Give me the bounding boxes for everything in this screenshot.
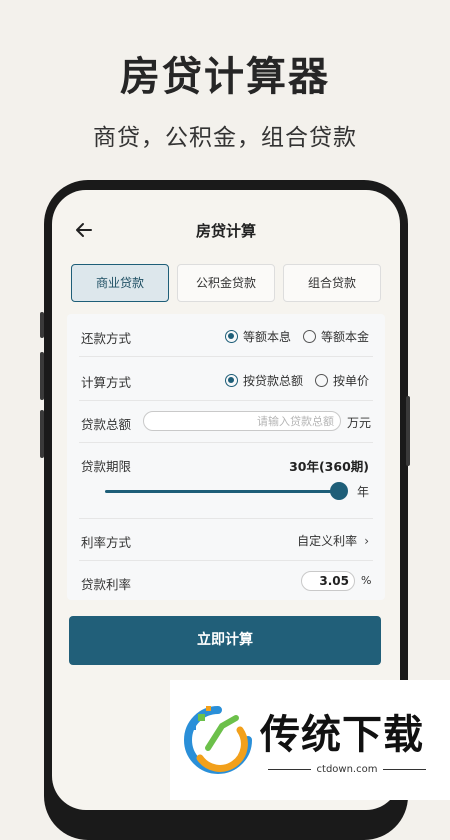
loan-term-label: 贷款期限: [81, 459, 132, 474]
divider: [79, 518, 373, 519]
watermark-text: 传统下载: [260, 712, 424, 758]
rate-mode-value: 自定义利率: [297, 534, 358, 548]
tab-commercial-loan[interactable]: 商业贷款: [71, 264, 169, 302]
loan-type-tabs: 商业贷款 公积金贷款 组合贷款: [71, 264, 381, 302]
divider: [79, 356, 373, 357]
radio-equal-installment[interactable]: 等额本息: [225, 328, 291, 345]
ctdown-logo-icon: [184, 706, 252, 774]
divider: [79, 560, 373, 561]
tab-provident-fund-loan[interactable]: 公积金贷款: [177, 264, 275, 302]
loan-form-card: 还款方式 等额本息 等额本金 计算方式 按贷款总额 按单价 贷款总额 请输入贷款…: [67, 314, 385, 600]
rate-mode-selector[interactable]: 自定义利率 ›: [297, 532, 369, 549]
repayment-label: 还款方式: [81, 331, 132, 346]
chevron-right-icon: ›: [364, 533, 369, 548]
radio-label: 按贷款总额: [243, 374, 304, 388]
loan-rate-input[interactable]: [301, 571, 355, 591]
phone-side-button: [406, 396, 410, 466]
loan-rate-unit: %: [361, 574, 372, 587]
phone-side-button: [40, 312, 44, 338]
radio-label: 等额本金: [321, 330, 370, 344]
slider-track[interactable]: [105, 490, 339, 493]
page-title: 房贷计算: [195, 222, 256, 240]
radio-by-unit-price[interactable]: 按单价: [315, 372, 369, 389]
watermark-url: ctdown.com: [268, 764, 426, 775]
phone-side-button: [40, 410, 44, 458]
rate-mode-label: 利率方式: [81, 535, 132, 550]
radio-label: 等额本息: [243, 330, 292, 344]
divider: [79, 442, 373, 443]
tab-combined-loan[interactable]: 组合贷款: [283, 264, 381, 302]
nav-bar: 房贷计算: [52, 218, 400, 244]
phone-side-button: [40, 352, 44, 400]
loan-amount-label: 贷款总额: [81, 417, 132, 432]
promo-title: 房贷计算器: [120, 54, 330, 100]
radio-unselected-icon: [303, 330, 316, 343]
calculate-button[interactable]: 立即计算: [69, 616, 381, 665]
loan-term-unit: 年: [357, 485, 370, 499]
loan-amount-input[interactable]: [143, 411, 341, 431]
calc-method-label: 计算方式: [81, 375, 132, 390]
divider: [79, 400, 373, 401]
watermark: 传统下载 ctdown.com: [170, 680, 450, 800]
loan-rate-label: 贷款利率: [81, 577, 132, 592]
watermark-url-text: ctdown.com: [316, 764, 378, 775]
loan-term-slider[interactable]: 年: [67, 482, 385, 500]
radio-selected-icon: [225, 330, 238, 343]
radio-selected-icon: [225, 374, 238, 387]
radio-label: 按单价: [333, 374, 370, 388]
radio-by-total-amount[interactable]: 按贷款总额: [225, 372, 303, 389]
radio-equal-principal[interactable]: 等额本金: [303, 328, 369, 345]
slider-thumb[interactable]: [330, 482, 348, 500]
radio-unselected-icon: [315, 374, 328, 387]
loan-amount-unit: 万元: [347, 416, 372, 430]
loan-term-value: 30年(360期): [289, 459, 369, 474]
promo-subtitle: 商贷，公积金，组合贷款: [93, 125, 357, 151]
